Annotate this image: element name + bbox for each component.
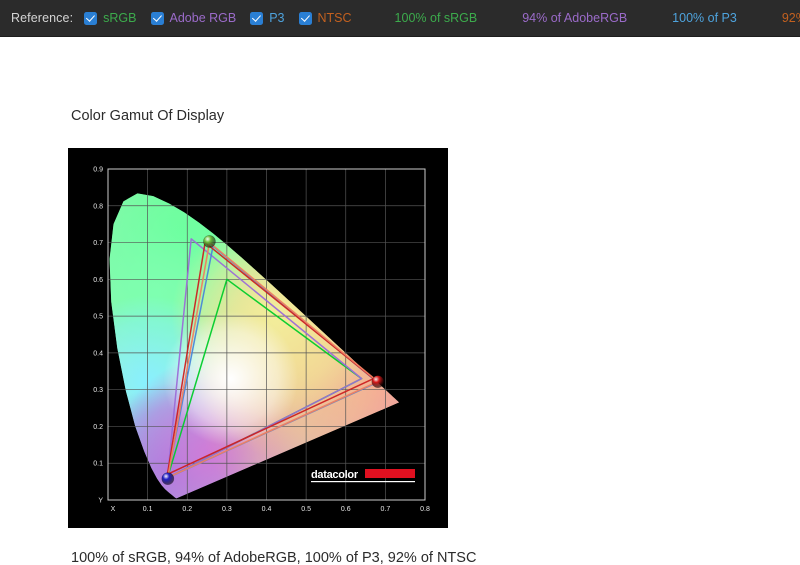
svg-text:0.7: 0.7 — [93, 240, 103, 247]
svg-text:0.8: 0.8 — [93, 203, 103, 210]
checkbox-checked-icon[interactable] — [150, 11, 164, 25]
svg-text:0.8: 0.8 — [420, 506, 430, 513]
stat-srgb: 100% of sRGB — [394, 11, 478, 25]
svg-text:datacolor: datacolor — [311, 469, 359, 481]
svg-text:0.2: 0.2 — [182, 506, 192, 513]
svg-text:0.4: 0.4 — [262, 506, 272, 513]
page-title: Color Gamut Of Display — [71, 108, 225, 124]
stat-adobergb: 94% of AdobeRGB — [522, 11, 628, 25]
svg-text:0.7: 0.7 — [381, 506, 391, 513]
reference-label-srgb: sRGB — [103, 11, 137, 25]
svg-text:0.4: 0.4 — [93, 350, 103, 357]
svg-text:0.9: 0.9 — [93, 167, 103, 174]
coverage-stats: 100% of sRGB 94% of AdobeRGB 100% of P3 … — [395, 11, 800, 25]
svg-text:0.1: 0.1 — [93, 461, 103, 468]
cie-diagram-svg: 0.1 0.2 0.3 0.4 0.5 0.6 0.7 0.8 0.9 0.1 0.2 0.3 0.4 0… — [68, 148, 448, 528]
blue-primary-marker — [161, 472, 175, 485]
reference-toggle-p3[interactable]: P3 — [250, 11, 285, 25]
reference-toggle-srgb[interactable]: sRGB — [84, 11, 137, 25]
checkbox-checked-icon[interactable] — [298, 11, 312, 25]
reference-label-adobe-rgb: Adobe RGB — [169, 11, 237, 25]
svg-text:Y: Y — [98, 498, 103, 505]
svg-text:0.6: 0.6 — [341, 506, 351, 513]
stat-ntsc: 92% of NTSC — [781, 11, 800, 25]
reference-toolbar: Reference: sRGB Adobe RGB P3 NTSC 100% o… — [0, 0, 800, 37]
svg-text:0.1: 0.1 — [143, 506, 153, 513]
svg-text:0.2: 0.2 — [93, 424, 103, 431]
svg-text:0.6: 0.6 — [93, 277, 103, 284]
reference-label-p3: P3 — [269, 11, 285, 25]
svg-text:0.3: 0.3 — [93, 387, 103, 394]
svg-text:X: X — [111, 506, 116, 513]
checkbox-checked-icon[interactable] — [250, 11, 264, 25]
stat-p3: 100% of P3 — [672, 11, 737, 25]
checkbox-checked-icon[interactable] — [84, 11, 98, 25]
green-primary-marker — [203, 235, 216, 248]
chart-caption: 100% of sRGB, 94% of AdobeRGB, 100% of P… — [71, 550, 477, 565]
red-primary-marker — [371, 375, 385, 388]
cie-chromaticity-chart: 0.1 0.2 0.3 0.4 0.5 0.6 0.7 0.8 0.9 0.1 0.2 0.3 0.4 0… — [68, 148, 448, 528]
reference-toggle-ntsc[interactable]: NTSC — [298, 11, 352, 25]
svg-text:0.5: 0.5 — [301, 506, 311, 513]
svg-text:0.5: 0.5 — [93, 314, 103, 321]
svg-text:0.3: 0.3 — [222, 506, 232, 513]
reference-label: Reference: — [11, 11, 74, 25]
reference-toggle-adobe-rgb[interactable]: Adobe RGB — [150, 11, 237, 25]
reference-label-ntsc: NTSC — [317, 11, 352, 25]
